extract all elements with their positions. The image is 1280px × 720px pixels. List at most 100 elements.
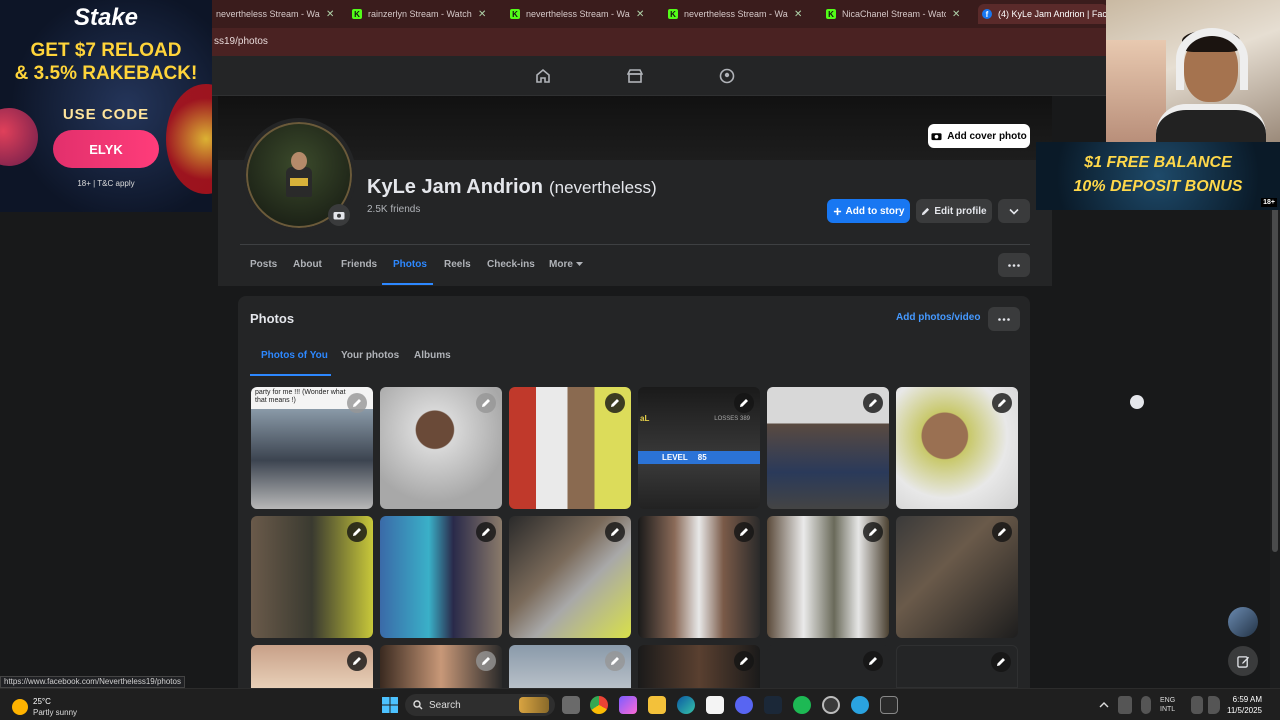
photo-thumbnail[interactable] (509, 645, 631, 688)
weather-condition: Partly sunny (33, 708, 78, 717)
edit-photo-button[interactable] (991, 652, 1011, 672)
network-icon[interactable] (1118, 696, 1132, 714)
photo-thumbnail[interactable] (638, 645, 760, 688)
profile-more-button[interactable] (998, 199, 1030, 223)
chrome-icon[interactable] (590, 696, 608, 714)
marketplace-icon[interactable] (627, 68, 643, 84)
photo-thumbnail[interactable] (767, 645, 889, 688)
browser-tab[interactable]: K NicaChanel Stream - Watch Liv ✕ (822, 4, 972, 24)
edit-photo-button[interactable] (734, 522, 754, 542)
add-to-story-button[interactable]: Add to story (827, 199, 910, 223)
taskbar-search[interactable]: Search (405, 694, 555, 716)
tab-posts[interactable]: Posts (250, 259, 277, 270)
subtab-your-photos[interactable]: Your photos (341, 350, 399, 361)
tab-title: nevertheless Stream - Watch L (526, 9, 630, 19)
display-icon[interactable] (1191, 696, 1203, 714)
file-explorer-icon[interactable] (648, 696, 666, 714)
photo-thumbnail[interactable] (767, 387, 889, 509)
tab-photos[interactable]: Photos (393, 259, 427, 270)
subtab-photos-of-you[interactable]: Photos of You (261, 350, 328, 361)
pencil-icon (353, 399, 361, 407)
edit-photo-button[interactable] (347, 522, 367, 542)
photo-thumbnail[interactable] (896, 645, 1018, 688)
photo-thumbnail[interactable]: party for me !!! (Wonder what that means… (251, 387, 373, 509)
home-icon[interactable] (535, 68, 551, 84)
facebook-icon: f (982, 9, 992, 19)
photo-thumbnail[interactable] (896, 516, 1018, 638)
browser-tab[interactable]: K nevertheless Stream - Watch L ✕ (664, 4, 814, 24)
edit-photo-button[interactable] (476, 393, 496, 413)
edit-profile-button[interactable]: Edit profile (916, 199, 992, 223)
photo-thumbnail[interactable] (896, 387, 1018, 509)
tab-about[interactable]: About (293, 259, 322, 270)
edit-photo-button[interactable] (347, 651, 367, 671)
spotify-icon[interactable] (793, 696, 811, 714)
task-view-icon[interactable] (562, 696, 580, 714)
volume-icon[interactable] (1208, 696, 1220, 714)
browser-tab[interactable]: nevertheless Stream - Watch Li ✕ (212, 4, 362, 24)
subtab-albums[interactable]: Albums (414, 350, 451, 361)
browser-tab-active[interactable]: f (4) KyLe Jam Andrion | Facebo (978, 4, 1108, 24)
level-label: LEVEL (662, 453, 688, 462)
app-icon[interactable] (822, 696, 840, 714)
edit-photo-button[interactable] (992, 393, 1012, 413)
photo-thumbnail[interactable] (380, 516, 502, 638)
telegram-icon[interactable] (851, 696, 869, 714)
update-profile-picture-button[interactable] (328, 204, 350, 226)
edit-photo-button[interactable] (347, 393, 367, 413)
edit-photo-button[interactable] (476, 651, 496, 671)
photo-thumbnail[interactable] (380, 645, 502, 688)
camera-icon (931, 133, 942, 141)
close-icon[interactable]: ✕ (952, 9, 960, 20)
store-icon[interactable] (706, 696, 724, 714)
app-icon[interactable] (880, 696, 898, 714)
steam-icon[interactable] (764, 696, 782, 714)
add-photos-video-link[interactable]: Add photos/video (896, 312, 980, 323)
close-icon[interactable]: ✕ (636, 9, 644, 20)
tab-reels[interactable]: Reels (444, 259, 471, 270)
photo-thumbnail[interactable]: aL LOSSES 389 LEVEL 85 (638, 387, 760, 509)
scrollbar-thumb[interactable] (1272, 196, 1278, 552)
edit-photo-button[interactable] (863, 522, 883, 542)
photo-thumbnail[interactable] (509, 516, 631, 638)
edit-photo-button[interactable] (863, 393, 883, 413)
browser-tab[interactable]: K rainzerlyn Stream - Watch Live ✕ (348, 4, 498, 24)
edit-photo-button[interactable] (476, 522, 496, 542)
edit-photo-button[interactable] (734, 651, 754, 671)
close-icon[interactable]: ✕ (478, 9, 486, 20)
tab-more[interactable]: More (549, 259, 583, 270)
windows-start-icon[interactable] (381, 696, 399, 714)
close-icon[interactable]: ✕ (326, 9, 334, 20)
tab-friends[interactable]: Friends (341, 259, 377, 270)
copilot-icon[interactable] (619, 696, 637, 714)
photo-thumbnail[interactable] (638, 516, 760, 638)
photo-thumbnail[interactable] (380, 387, 502, 509)
edit-photo-button[interactable] (605, 522, 625, 542)
language-indicator[interactable]: ENG INTL (1160, 696, 1175, 714)
photo-thumbnail[interactable] (767, 516, 889, 638)
edge-icon[interactable] (677, 696, 695, 714)
system-clock[interactable]: 6:59 AM 11/5/2025 (1227, 694, 1262, 716)
edit-photo-button[interactable] (992, 522, 1012, 542)
new-message-button[interactable] (1228, 646, 1258, 676)
edit-photo-button[interactable] (605, 651, 625, 671)
discord-icon[interactable] (735, 696, 753, 714)
photo-thumbnail[interactable] (251, 645, 373, 688)
edit-photo-button[interactable] (863, 651, 883, 671)
chat-head-avatar[interactable] (1228, 607, 1258, 637)
add-cover-photo-button[interactable]: Add cover photo (928, 124, 1030, 148)
close-icon[interactable]: ✕ (794, 9, 802, 20)
chevron-up-icon[interactable] (1097, 696, 1111, 714)
groups-icon[interactable] (719, 68, 735, 84)
edit-photo-button[interactable] (605, 393, 625, 413)
tab-check-ins[interactable]: Check-ins (487, 259, 535, 270)
edit-photo-button[interactable] (734, 393, 754, 413)
pencil-icon (869, 657, 877, 665)
browser-tab[interactable]: K nevertheless Stream - Watch L ✕ (506, 4, 656, 24)
profile-options-button[interactable] (998, 253, 1030, 277)
photo-thumbnail[interactable] (251, 516, 373, 638)
friends-count[interactable]: 2.5K friends (367, 204, 420, 215)
photos-options-button[interactable] (988, 307, 1020, 331)
photo-thumbnail[interactable] (509, 387, 631, 509)
microphone-icon[interactable] (1141, 696, 1151, 714)
